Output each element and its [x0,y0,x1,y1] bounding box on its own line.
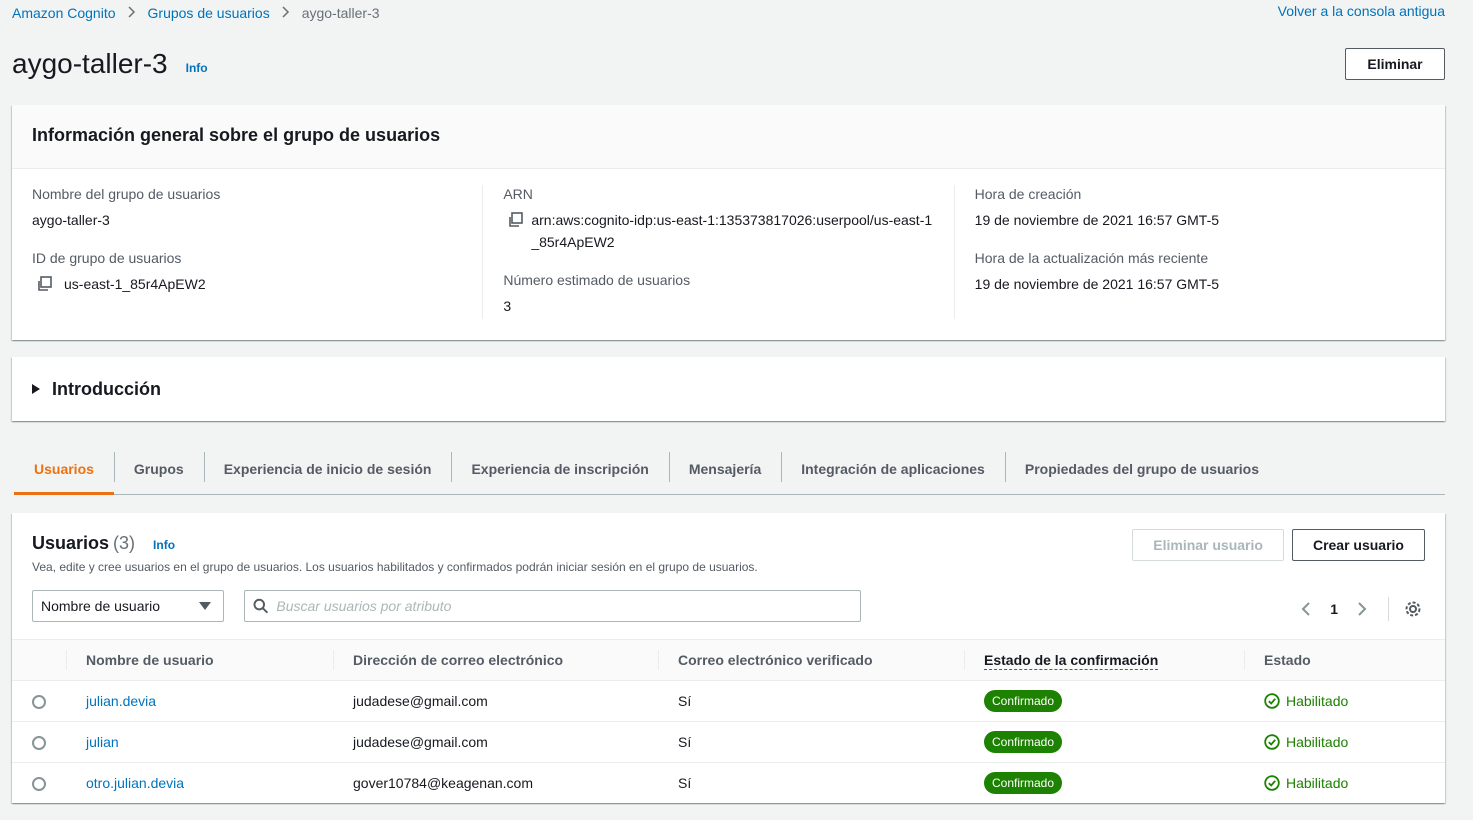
tab-messaging[interactable]: Mensajería [668,444,781,494]
chevron-right-icon [127,5,136,21]
pagination: 1 [1294,597,1425,621]
breadcrumb-user-pools[interactable]: Grupos de usuarios [148,5,270,21]
tab-sign-up-experience[interactable]: Experiencia de inscripción [451,444,668,494]
search-input[interactable] [276,598,852,614]
info-column-1: Nombre del grupo de usuarios aygo-taller… [32,185,484,319]
settings-gear-icon[interactable] [1401,597,1425,621]
confirmation-badge: Confirmado [984,772,1063,795]
column-email-verified[interactable]: Correo electrónico verificado [658,639,964,681]
column-confirmation-status[interactable]: Estado de la confirmación [964,639,1244,681]
table-row[interactable]: julian.devia judadese@gmail.com Sí Confi… [12,680,1445,722]
tab-bar: Usuarios Grupos Experiencia de inicio de… [14,444,1445,495]
page-title: aygo-taller-3 [12,48,168,79]
check-circle-icon [1264,734,1280,750]
chevron-right-icon [282,5,290,21]
top-bar: Amazon Cognito Grupos de usuarios aygo-t… [12,3,1445,23]
breadcrumb: Amazon Cognito Grupos de usuarios aygo-t… [12,5,1445,21]
attribute-select[interactable]: Nombre de usuario [32,590,224,622]
caret-down-icon [199,602,211,610]
delete-user-button[interactable]: Eliminar usuario [1132,529,1284,561]
status-label: Habilitado [1286,693,1349,709]
info-column-3: Hora de creación 19 de noviembre de 2021… [955,185,1425,319]
info-link[interactable]: Info [186,61,208,75]
general-info-title: Información general sobre el grupo de us… [32,125,441,145]
column-email[interactable]: Dirección de correo electrónico [333,639,658,681]
pool-name-value: aygo-taller-3 [32,212,110,228]
search-icon [253,598,269,614]
search-box [244,590,861,622]
row-select-radio[interactable] [32,777,46,792]
users-title: Usuarios [32,533,110,553]
introduction-title: Introducción [52,378,161,399]
pool-id-value: us-east-1_85r4ApEW2 [64,276,206,292]
table-row[interactable]: julian judadese@gmail.com Sí Confirmado … [12,721,1445,763]
tab-groups[interactable]: Grupos [113,444,204,494]
arn-value: arn:aws:cognito-idp:us-east-1:1353738170… [531,212,933,250]
info-column-2: ARN arn:aws:cognito-idp:us-east-1:135373… [483,185,955,319]
status-label: Habilitado [1286,734,1349,750]
status-cell: Habilitado [1264,693,1425,709]
arn-label: ARN [503,186,533,202]
confirmation-status-header-label: Estado de la confirmación [984,652,1159,670]
tab-app-integration[interactable]: Integración de aplicaciones [781,444,1005,494]
row-select-radio[interactable] [32,695,46,710]
email-cell: judadese@gmail.com [333,680,658,722]
status-cell: Habilitado [1264,734,1425,750]
next-page-icon[interactable] [1350,597,1374,621]
delete-pool-button[interactable]: Eliminar [1345,48,1445,80]
email-cell: judadese@gmail.com [333,721,658,763]
username-link[interactable]: otro.julian.devia [86,775,184,791]
previous-page-icon[interactable] [1294,597,1318,621]
created-label: Hora de creación [974,186,1082,202]
estimated-users-label: Número estimado de usuarios [503,272,691,288]
select-column-header [12,639,66,681]
table-row[interactable]: otro.julian.devia gover10784@keagenan.co… [12,763,1445,804]
caret-right-icon [32,384,40,394]
status-cell: Habilitado [1264,775,1425,791]
create-user-button[interactable]: Crear usuario [1291,529,1425,561]
row-select-radio[interactable] [32,736,46,751]
column-status[interactable]: Estado [1244,639,1445,681]
pager-divider [1388,597,1389,621]
page-header: aygo-taller-3 Info Eliminar [12,44,1445,84]
pool-name-label: Nombre del grupo de usuarios [32,186,221,202]
general-info-panel: Información general sobre el grupo de us… [12,105,1445,340]
users-count: (3) [113,533,136,553]
page-number[interactable]: 1 [1330,601,1338,617]
verified-cell: Sí [658,721,964,763]
check-circle-icon [1264,693,1280,709]
tab-sign-in-experience[interactable]: Experiencia de inicio de sesión [203,444,452,494]
copy-icon[interactable] [32,273,64,299]
tab-user-pool-properties[interactable]: Propiedades del grupo de usuarios [1004,444,1279,494]
tab-users[interactable]: Usuarios [14,444,114,495]
username-link[interactable]: julian [86,734,119,750]
attribute-select-value: Nombre de usuario [41,598,161,614]
pool-id-label: ID de grupo de usuarios [32,250,182,266]
breadcrumb-current: aygo-taller-3 [301,5,380,21]
users-info-link[interactable]: Info [153,538,175,552]
estimated-users-value: 3 [503,298,512,314]
email-cell: gover10784@keagenan.com [353,775,534,792]
introduction-expander[interactable]: Introducción [12,357,1445,421]
back-to-old-console-link[interactable]: Volver a la consola antigua [1278,3,1445,19]
created-value: 19 de noviembre de 2021 16:57 GMT-5 [974,212,1220,228]
verified-cell: Sí [678,775,692,792]
users-panel: Usuarios (3) Info Vea, edite y cree usua… [12,513,1445,803]
confirmation-badge: Confirmado [984,690,1063,712]
check-circle-icon [1264,775,1280,791]
username-link[interactable]: julian.devia [86,693,156,709]
updated-label: Hora de la actualización más reciente [974,250,1209,266]
general-info-header: Información general sobre el grupo de us… [12,105,1445,169]
breadcrumb-cognito[interactable]: Amazon Cognito [12,5,116,21]
verified-cell: Sí [658,680,964,722]
users-description: Vea, edite y cree usuarios en el grupo d… [32,560,758,574]
users-table: Nombre de usuario Dirección de correo el… [12,639,1445,804]
column-username[interactable]: Nombre de usuario [66,639,333,681]
confirmation-badge: Confirmado [984,731,1063,753]
status-label: Habilitado [1286,775,1349,792]
updated-value: 19 de noviembre de 2021 16:57 GMT-5 [974,276,1220,292]
